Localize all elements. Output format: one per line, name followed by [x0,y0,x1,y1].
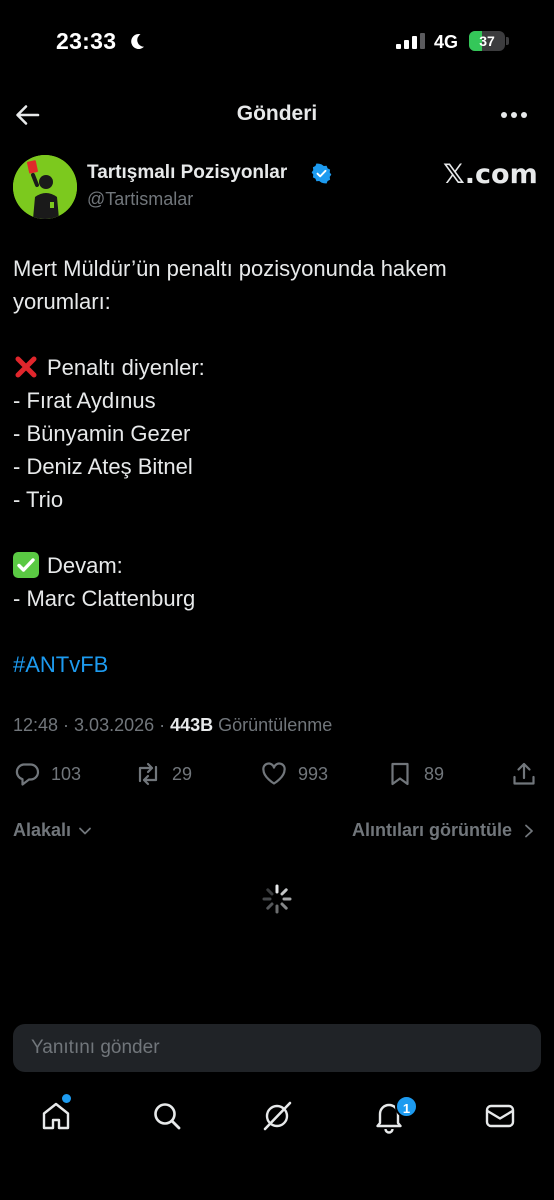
page-title: Gönderi [236,102,318,125]
post-meta: 12:48 · 3.03.2026 · 443B Görüntülenme [13,715,332,736]
reply-icon [15,763,40,786]
post-line: - Marc Clattenburg [13,586,196,611]
post-line: - Deniz Ateş Bitnel [13,454,193,479]
share-icon [513,762,535,785]
bookmark-count: 89 [424,763,445,784]
chevron-right-icon [525,824,533,837]
check-mark-button-icon [13,552,39,578]
post-line: Devam: [13,549,533,582]
status-bar: 23:33 4G 37 [0,0,554,84]
view-quotes-link[interactable]: Alıntıları görüntüle [352,820,536,841]
action-bar: 103 29 993 89 [0,758,554,790]
post-line: - Trio [13,487,64,512]
search-icon[interactable] [149,1098,185,1134]
repost-button[interactable]: 29 [134,758,192,790]
bookmark-icon [391,762,409,786]
author-handle[interactable]: @Tartismalar [87,189,193,210]
sort-label: Alakalı [13,820,72,840]
repost-count: 29 [172,763,193,784]
x-com-watermark: 𝕏.com [443,159,538,190]
verified-badge-icon [311,163,332,184]
post-line: Mert Müldür’ün penaltı pozisyonunda hake… [13,256,447,281]
loading-spinner-icon [262,884,292,914]
signal-icon [396,33,425,49]
post-line: - Fırat Aydınus [13,388,156,413]
post-text: Mert Müldür’ün penaltı pozisyonunda hake… [13,252,533,681]
battery-level: 37 [479,33,495,49]
post-line [13,615,533,648]
bookmark-button[interactable]: 89 [386,758,444,790]
reply-button[interactable]: 103 [13,758,81,790]
repost-icon [138,762,158,786]
author-name[interactable]: Tartışmalı Pozisyonlar [87,162,287,184]
like-button[interactable]: 993 [260,758,328,790]
avatar[interactable] [13,155,77,219]
view-quotes-label: Alıntıları görüntüle [352,820,512,840]
post-line [13,516,533,549]
bottom-tab-bar [0,1090,554,1146]
post-line: Penaltı diyenler: [13,351,533,384]
post-line: - Bünyamin Gezer [13,421,191,446]
home-icon[interactable] [38,1098,74,1134]
messages-icon[interactable] [482,1098,518,1134]
post-timestamp: 12:48 · 3.03.2026 · [13,715,171,735]
views-label: Görüntülenme [213,715,333,735]
post-line: yorumları: [13,289,111,314]
reply-input[interactable]: Yanıtını gönder [13,1024,541,1072]
view-count[interactable]: 443B [170,715,213,735]
reply-count: 103 [51,763,82,784]
heart-icon [262,762,286,785]
referee-avatar-image [13,155,77,219]
notification-badge: 1 [395,1095,418,1118]
chevron-down-icon [79,827,91,834]
post-line [13,318,533,351]
sort-replies-dropdown[interactable]: Alakalı [13,820,93,841]
hashtag-link[interactable]: #ANTvFB [13,648,533,681]
battery-icon: 37 [469,31,509,51]
more-options-icon[interactable] [498,102,530,128]
grok-icon[interactable] [259,1098,295,1134]
home-unread-dot [62,1094,71,1103]
cross-mark-icon [15,356,37,378]
network-type: 4G [434,32,459,52]
top-header: Gönderi [0,92,554,138]
reply-placeholder: Yanıtını gönder [31,1037,160,1058]
moon-icon [131,33,144,49]
like-count: 993 [298,763,329,784]
status-time: 23:33 [56,28,117,54]
share-button[interactable] [510,758,548,790]
